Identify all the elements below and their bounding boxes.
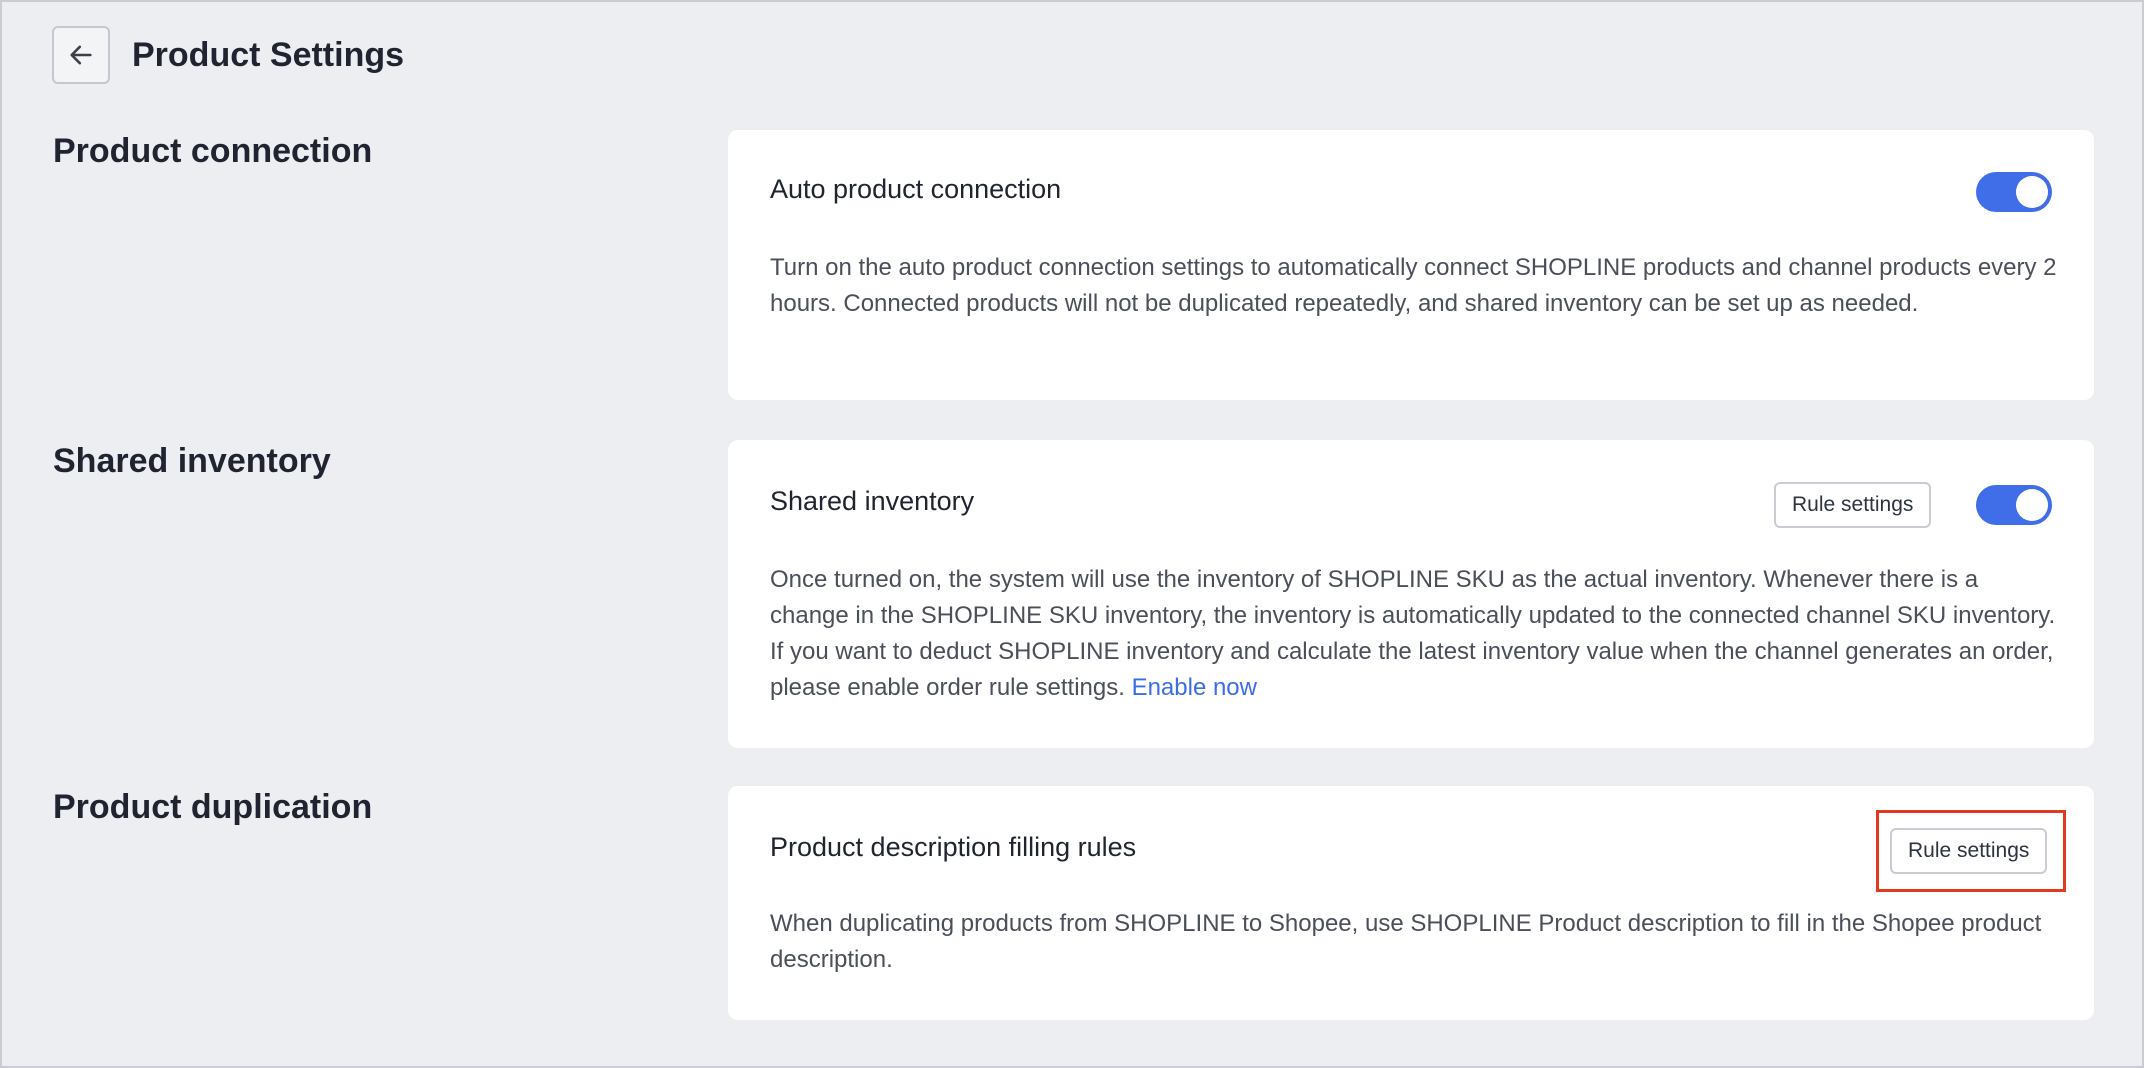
page-header: Product Settings bbox=[52, 26, 404, 84]
description-text: Once turned on, the system will use the … bbox=[770, 566, 2056, 701]
card-product-description-rules: Product description filling rules Rule s… bbox=[728, 786, 2094, 1020]
card-description: Once turned on, the system will use the … bbox=[770, 562, 2060, 706]
card-shared-inventory: Shared inventory Rule settings Once turn… bbox=[728, 440, 2094, 748]
toggle-knob bbox=[2016, 489, 2048, 521]
section-heading-product-connection: Product connection bbox=[53, 132, 373, 170]
card-title: Shared inventory bbox=[770, 486, 975, 516]
shared-inventory-rule-settings-button[interactable]: Rule settings bbox=[1774, 482, 1932, 528]
shared-inventory-toggle[interactable] bbox=[1976, 485, 2052, 525]
section-heading-shared-inventory: Shared inventory bbox=[53, 442, 331, 480]
card-description: When duplicating products from SHOPLINE … bbox=[770, 910, 2042, 973]
card-description: Turn on the auto product connection sett… bbox=[770, 254, 2057, 317]
enable-now-link[interactable]: Enable now bbox=[1132, 674, 1257, 701]
auto-connection-toggle[interactable] bbox=[1976, 172, 2052, 212]
card-title: Product description filling rules bbox=[770, 832, 1137, 862]
card-auto-product-connection: Auto product connection Turn on the auto… bbox=[728, 130, 2094, 400]
arrow-left-icon bbox=[70, 45, 92, 65]
back-button[interactable] bbox=[52, 26, 110, 84]
page-title: Product Settings bbox=[132, 35, 405, 74]
card-title: Auto product connection bbox=[770, 174, 1062, 204]
toggle-knob bbox=[2016, 176, 2048, 208]
description-rule-settings-button[interactable]: Rule settings bbox=[1890, 828, 2048, 874]
settings-page: Product Settings Product connection Auto… bbox=[0, 0, 2144, 1068]
section-heading-product-duplication: Product duplication bbox=[53, 788, 373, 826]
